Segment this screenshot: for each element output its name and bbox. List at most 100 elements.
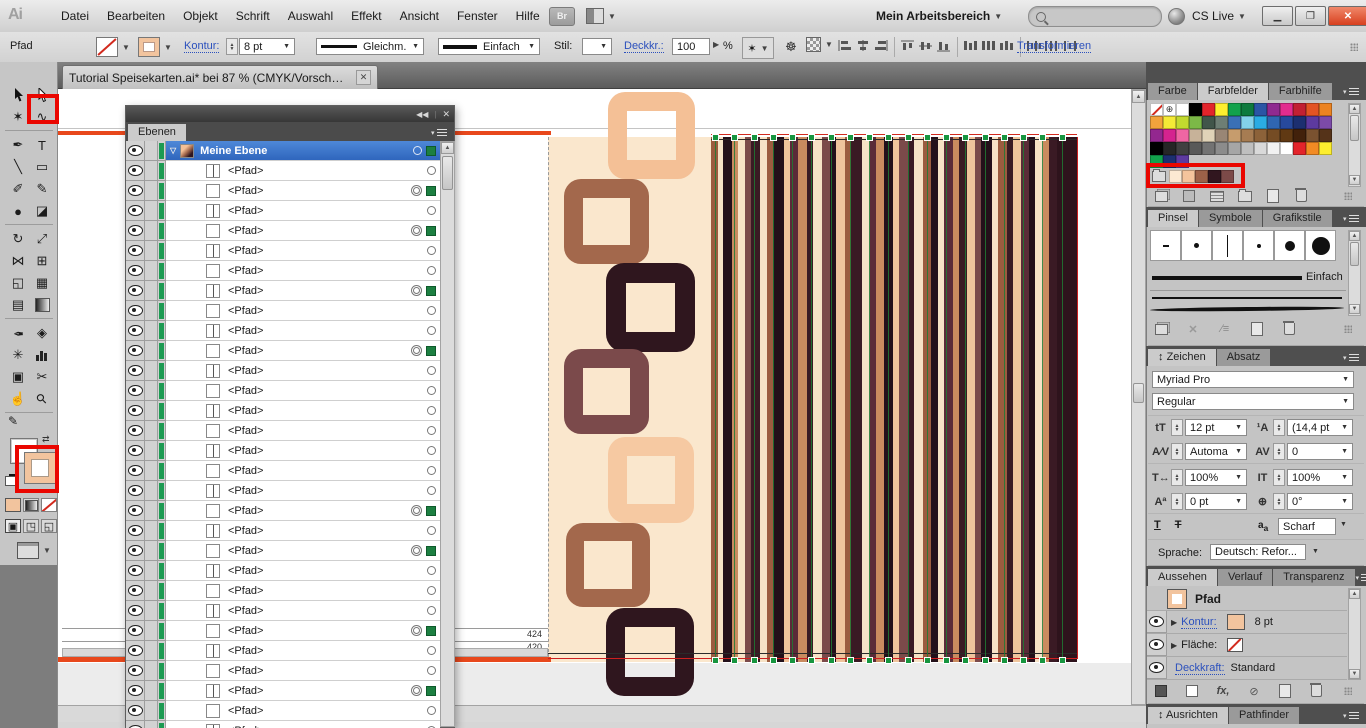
swatches-scroll-thumb[interactable] xyxy=(1350,115,1359,141)
layer-row-main[interactable]: <Pfad> xyxy=(166,201,440,221)
target-icon[interactable] xyxy=(411,345,422,356)
panel-menu-icon[interactable] xyxy=(1343,214,1361,223)
visibility-cell[interactable] xyxy=(126,161,145,181)
swatch[interactable] xyxy=(1150,129,1163,142)
tool-type[interactable]: T xyxy=(30,134,54,156)
tool-width-tool[interactable]: ⋈ xyxy=(6,250,30,272)
tab-zeichen[interactable]: ↕ Zeichen xyxy=(1148,349,1216,366)
layer-row-main[interactable]: <Pfad> xyxy=(166,181,440,201)
lock-cell[interactable] xyxy=(145,301,158,321)
tool-blob-brush[interactable]: ● xyxy=(6,200,30,222)
tool-zoom[interactable]: ⚲ xyxy=(30,388,54,410)
layer-row-pfad[interactable]: <Pfad> xyxy=(126,621,440,641)
stepper-icon[interactable]: ▲▼ xyxy=(1171,493,1183,510)
add-effect-icon[interactable]: fx, xyxy=(1214,684,1232,698)
target-icon[interactable] xyxy=(427,266,436,275)
distribute-bottom-icon[interactable] xyxy=(999,39,1015,55)
swatch[interactable] xyxy=(1189,142,1202,155)
lock-cell[interactable] xyxy=(145,541,158,561)
layer-row-main[interactable]: <Pfad> xyxy=(166,381,440,401)
scroll-down-icon[interactable]: ▼ xyxy=(1349,175,1360,185)
lock-cell[interactable] xyxy=(145,141,158,161)
minimize-button[interactable]: ▁ xyxy=(1262,6,1293,26)
tool-eyedropper[interactable]: ✒ xyxy=(6,322,30,344)
opacity-input[interactable]: 100 xyxy=(672,38,710,55)
target-icon[interactable] xyxy=(413,146,422,155)
swatch[interactable] xyxy=(1267,142,1280,155)
tool-rectangle[interactable]: ▭ xyxy=(30,156,54,178)
layer-row-pfad[interactable]: <Pfad> xyxy=(126,321,440,341)
brush-definition-select[interactable]: Einfach ▼ xyxy=(438,38,540,55)
layer-row-main[interactable]: <Pfad> xyxy=(166,641,440,661)
search-input[interactable] xyxy=(1028,6,1162,27)
vertical-scale-select-box[interactable]: 100%▼ xyxy=(1287,469,1353,486)
lock-cell[interactable] xyxy=(145,701,158,721)
horizontal-scale-select-box[interactable]: 100%▼ xyxy=(1185,469,1247,486)
visibility-cell[interactable] xyxy=(126,401,145,421)
tool-mesh[interactable]: ▤ xyxy=(6,294,30,316)
visibility-cell[interactable] xyxy=(126,481,145,501)
stepper-icon[interactable]: ▲▼ xyxy=(1171,419,1183,436)
vertical-scroll-thumb[interactable] xyxy=(1133,383,1144,403)
panel-menu-icon[interactable] xyxy=(431,128,449,137)
strikethrough-button[interactable]: T xyxy=(1175,519,1182,531)
horizontal-scale-select[interactable]: T↔▲▼100%▼ xyxy=(1152,469,1247,486)
swatch[interactable] xyxy=(1254,142,1267,155)
target-icon[interactable] xyxy=(427,486,436,495)
gradient-mode-button[interactable] xyxy=(23,498,39,512)
swatch[interactable] xyxy=(1293,142,1306,155)
layer-row-pfad[interactable]: <Pfad> xyxy=(126,301,440,321)
tab-symbole[interactable]: Symbole xyxy=(1199,210,1262,227)
draw-behind-button[interactable]: ◳ xyxy=(23,519,39,533)
stepper-icon[interactable]: ▲▼ xyxy=(1273,469,1285,486)
layer-row-pfad[interactable]: <Pfad> xyxy=(126,601,440,621)
appearance-stroke-row[interactable]: ▶ Kontur: 8 pt xyxy=(1147,611,1347,634)
tracking-select-box[interactable]: 0▼ xyxy=(1287,443,1353,460)
layer-row-main[interactable]: <Pfad> xyxy=(166,681,440,701)
fill-color-control[interactable]: ▼ xyxy=(96,37,130,57)
stroke-panel-link[interactable]: Kontur: xyxy=(184,40,219,53)
swatch[interactable] xyxy=(1228,129,1241,142)
swatch[interactable] xyxy=(1202,116,1215,129)
swatch[interactable] xyxy=(1189,129,1202,142)
swatch[interactable] xyxy=(1202,142,1215,155)
new-color-group-icon[interactable] xyxy=(1236,189,1254,203)
vertical-scrollbar[interactable]: ▲ ▼ xyxy=(1131,89,1146,705)
target-icon[interactable] xyxy=(411,545,422,556)
tool-column-graph[interactable] xyxy=(30,344,54,366)
target-icon[interactable] xyxy=(411,285,422,296)
visibility-cell[interactable] xyxy=(126,201,145,221)
symbol-options-button[interactable]: ▼ xyxy=(806,37,833,52)
tool-line-segment[interactable]: ╲ xyxy=(6,156,30,178)
scroll-up-icon[interactable]: ▲ xyxy=(441,142,454,154)
align-left-icon[interactable] xyxy=(837,39,853,55)
lock-cell[interactable] xyxy=(145,381,158,401)
visibility-cell[interactable] xyxy=(126,581,145,601)
tool-gradient[interactable] xyxy=(30,294,54,316)
target-icon[interactable] xyxy=(427,326,436,335)
visibility-icon[interactable] xyxy=(1149,639,1164,650)
swatch-kinds-icon[interactable] xyxy=(1180,189,1198,203)
swatch[interactable] xyxy=(1202,129,1215,142)
character-rotation-select[interactable]: ⊕▲▼0°▼ xyxy=(1254,493,1353,510)
swatch[interactable] xyxy=(1293,103,1306,116)
visibility-cell[interactable] xyxy=(126,701,145,721)
baseline-shift-select-box[interactable]: 0 pt▼ xyxy=(1185,493,1247,510)
visibility-cell[interactable] xyxy=(126,141,145,161)
lock-cell[interactable] xyxy=(145,221,158,241)
layer-row-main[interactable]: <Pfad> xyxy=(166,321,440,341)
lock-cell[interactable] xyxy=(145,181,158,201)
brush-libraries-icon[interactable] xyxy=(1152,322,1170,336)
swatch-libraries-icon[interactable] xyxy=(1152,189,1170,203)
swatch[interactable] xyxy=(1254,103,1267,116)
swatch[interactable] xyxy=(1215,116,1228,129)
layer-row-main[interactable]: <Pfad> xyxy=(166,241,440,261)
distribute-center-v-icon[interactable] xyxy=(981,39,997,55)
swatch-options-icon[interactable] xyxy=(1208,189,1226,203)
layer-row-pfad[interactable]: <Pfad> xyxy=(126,441,440,461)
font-style-select[interactable]: Regular ▼ xyxy=(1152,393,1354,410)
chevron-down-icon[interactable]: ▼ xyxy=(1340,521,1347,528)
brushes-scrollbar[interactable]: ▲ ▼ xyxy=(1348,230,1361,316)
swatch[interactable] xyxy=(1306,129,1319,142)
visibility-cell[interactable] xyxy=(126,541,145,561)
